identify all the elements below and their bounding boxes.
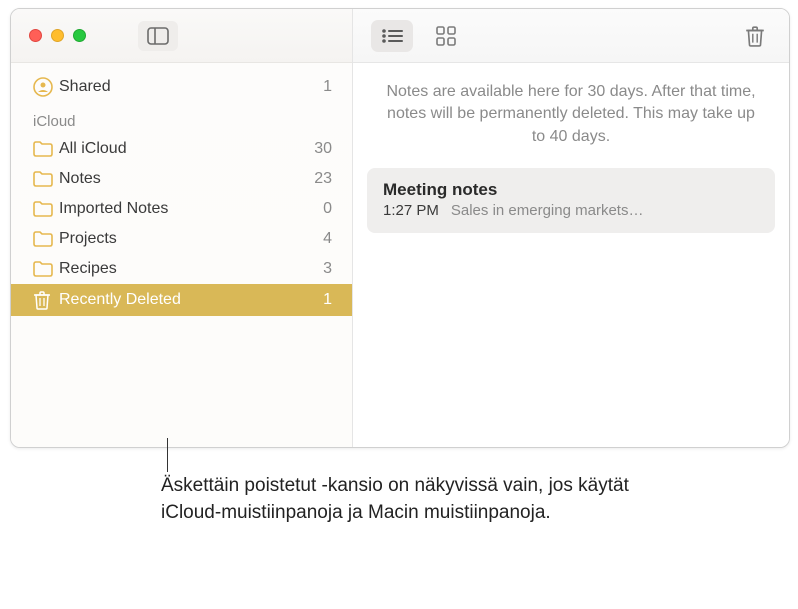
sidebar-item-label: Projects [59, 230, 323, 248]
notes-window: Shared 1 iCloud All iCloud 30 Notes 23 I… [10, 8, 790, 448]
sidebar-item-label: Recipes [59, 260, 323, 278]
sidebar-item-label: Notes [59, 170, 314, 188]
grid-icon [436, 26, 456, 46]
sidebar-item-count: 4 [323, 230, 334, 248]
deletion-info-text: Notes are available here for 30 days. Af… [353, 63, 789, 162]
fullscreen-window-button[interactable] [73, 29, 86, 42]
close-window-button[interactable] [29, 29, 42, 42]
folder-icon [33, 141, 59, 157]
folder-icon [33, 261, 59, 277]
shared-icon [33, 77, 59, 97]
sidebar-item-shared[interactable]: Shared 1 [11, 71, 352, 103]
sidebar-item-count: 23 [314, 170, 334, 188]
sidebar-item-label: Imported Notes [59, 200, 323, 218]
sidebar-item-label: Recently Deleted [59, 291, 323, 309]
notes-list: Meeting notes 1:27 PM Sales in emerging … [353, 162, 789, 239]
sidebar-titlebar [11, 9, 352, 63]
sidebar-item-recently-deleted[interactable]: Recently Deleted 1 [11, 284, 352, 316]
callout-leader-line [167, 438, 168, 472]
folder-icon [33, 231, 59, 247]
note-preview: Sales in emerging markets… [451, 202, 644, 219]
note-item[interactable]: Meeting notes 1:27 PM Sales in emerging … [367, 168, 775, 233]
note-title: Meeting notes [383, 180, 759, 200]
sidebar-section-header: iCloud [11, 103, 352, 134]
note-time: 1:27 PM [383, 202, 439, 219]
sidebar: Shared 1 iCloud All iCloud 30 Notes 23 I… [11, 9, 353, 447]
note-subtitle: 1:27 PM Sales in emerging markets… [383, 202, 759, 219]
sidebar-item-count: 1 [323, 78, 334, 96]
traffic-lights [29, 29, 86, 42]
callout-text: Äskettäin poistetut -kansio on näkyvissä… [161, 473, 641, 526]
grid-view-button[interactable] [425, 20, 467, 52]
list-view-button[interactable] [371, 20, 413, 52]
sidebar-item-folder[interactable]: Notes 23 [11, 164, 352, 194]
main-panel: Notes are available here for 30 days. Af… [353, 9, 789, 447]
sidebar-icon [147, 27, 169, 45]
sidebar-item-label: All iCloud [59, 140, 314, 158]
sidebar-item-folder[interactable]: Projects 4 [11, 224, 352, 254]
sidebar-item-folder[interactable]: Recipes 3 [11, 254, 352, 284]
folder-icon [33, 201, 59, 217]
trash-icon [745, 25, 765, 47]
sidebar-item-count: 3 [323, 260, 334, 278]
sidebar-item-count: 0 [323, 200, 334, 218]
sidebar-body: Shared 1 iCloud All iCloud 30 Notes 23 I… [11, 63, 352, 447]
trash-icon [33, 290, 59, 310]
folder-icon [33, 171, 59, 187]
sidebar-item-count: 1 [323, 291, 334, 309]
minimize-window-button[interactable] [51, 29, 64, 42]
sidebar-item-label: Shared [59, 78, 323, 96]
sidebar-item-count: 30 [314, 140, 334, 158]
main-toolbar [353, 9, 789, 63]
sidebar-toggle-button[interactable] [138, 21, 178, 51]
list-icon [381, 28, 403, 44]
delete-note-button[interactable] [739, 25, 771, 47]
sidebar-folder-list: All iCloud 30 Notes 23 Imported Notes 0 … [11, 134, 352, 284]
sidebar-item-folder[interactable]: All iCloud 30 [11, 134, 352, 164]
sidebar-item-folder[interactable]: Imported Notes 0 [11, 194, 352, 224]
